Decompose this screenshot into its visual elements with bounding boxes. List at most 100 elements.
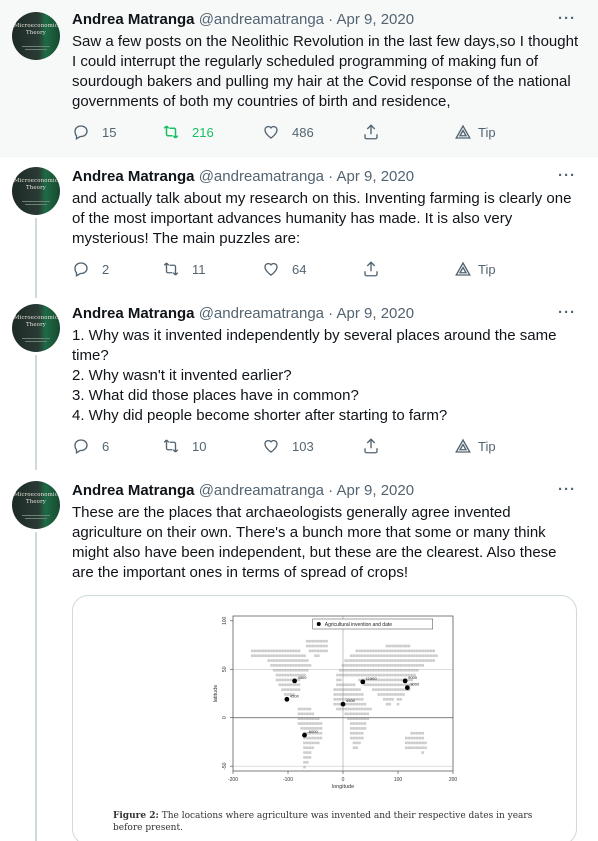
land-cell: [396, 683, 400, 687]
avatar[interactable]: Microeconomic Theory: [12, 481, 60, 529]
like-count: 64: [292, 261, 307, 277]
land-cell: [344, 712, 348, 716]
land-cell: [358, 688, 361, 691]
land-cell: [349, 722, 353, 725]
land-cell: [421, 664, 425, 667]
avatar[interactable]: Microeconomic Theory: [12, 167, 60, 215]
author-name[interactable]: Andrea Matranga: [72, 305, 195, 322]
author-name[interactable]: Andrea Matranga: [72, 11, 195, 28]
tip-button[interactable]: Tip: [454, 437, 496, 455]
share-icon: [364, 124, 378, 140]
land-cell: [355, 746, 359, 750]
tweet-header: Andrea Matranga @andreamatranga · Apr 9,…: [72, 481, 582, 501]
land-cell: [385, 693, 389, 696]
retweet-button[interactable]: 10: [162, 437, 206, 455]
land-cell: [303, 760, 306, 764]
land-cell: [402, 644, 405, 648]
land-cell: [349, 683, 353, 687]
land-cell: [363, 707, 367, 711]
land-cell: [347, 673, 350, 677]
land-cell: [352, 688, 356, 691]
reply-button[interactable]: 2: [72, 260, 109, 278]
more-options-icon[interactable]: ···: [558, 481, 576, 498]
land-cell: [385, 673, 389, 677]
more-options-icon[interactable]: ···: [558, 10, 576, 27]
land-cell: [344, 659, 348, 662]
land-cell: [363, 727, 367, 730]
handle-date[interactable]: @andreamatranga · Apr 9, 2020: [199, 482, 414, 499]
land-cell: [358, 741, 361, 745]
land-cell: [391, 678, 394, 682]
land-cell: [303, 746, 306, 750]
tip-button[interactable]: Tip: [454, 260, 496, 278]
land-cell: [380, 673, 383, 677]
handle-date[interactable]: @andreamatranga · Apr 9, 2020: [199, 168, 414, 185]
land-cell: [352, 741, 356, 745]
more-options-icon[interactable]: ···: [558, 304, 576, 321]
reply-button[interactable]: 15: [72, 123, 116, 141]
land-cell: [289, 659, 293, 662]
land-cell: [410, 654, 414, 658]
tweet-image[interactable]: -200 -100 0 100 200 100 50 0 -50 longitude latitud…: [72, 595, 577, 841]
land-cell: [286, 688, 290, 691]
land-cell: [344, 683, 348, 687]
land-cell: [289, 678, 293, 682]
land-cell: [289, 654, 293, 658]
land-cell: [393, 673, 397, 677]
reply-count: 2: [102, 261, 110, 277]
land-cell: [391, 688, 394, 691]
land-cell: [413, 654, 416, 658]
land-cell: [294, 654, 298, 658]
land-cell: [369, 707, 372, 711]
land-cell: [336, 678, 339, 682]
handle-date[interactable]: @andreamatranga · Apr 9, 2020: [199, 305, 414, 322]
land-cell: [311, 736, 315, 740]
land-cell: [297, 688, 301, 691]
share-button[interactable]: [362, 123, 380, 141]
tweet[interactable]: Microeconomic Theory Andrea Matranga @and…: [0, 0, 598, 156]
handle-date[interactable]: @andreamatranga · Apr 9, 2020: [199, 11, 414, 28]
share-button[interactable]: [362, 437, 380, 455]
land-cell: [305, 644, 309, 648]
y-axis-label: latitude: [213, 685, 219, 703]
avatar[interactable]: Microeconomic Theory: [12, 304, 60, 352]
land-cell: [415, 664, 419, 667]
author-name[interactable]: Andrea Matranga: [72, 482, 195, 499]
reply-button[interactable]: 6: [72, 437, 109, 455]
land-cell: [352, 707, 356, 711]
tip-button[interactable]: Tip: [454, 123, 496, 141]
land-cell: [360, 736, 364, 740]
land-cell: [297, 659, 301, 662]
tweet[interactable]: Microeconomic Theory Andrea Matranga @and…: [0, 157, 598, 293]
retweet-button[interactable]: 216: [162, 123, 214, 141]
reply-icon: [74, 439, 88, 454]
land-cell: [396, 702, 400, 706]
land-cell: [303, 741, 306, 745]
land-cell: [388, 644, 392, 648]
author-name[interactable]: Andrea Matranga: [72, 168, 195, 185]
land-cell: [399, 698, 403, 701]
land-cell: [272, 654, 276, 658]
like-button[interactable]: 486: [262, 123, 314, 141]
land-cell: [275, 649, 279, 653]
tweet[interactable]: Microeconomic Theory Andrea Matranga @and…: [0, 294, 598, 470]
land-cell: [366, 707, 370, 711]
land-cell: [283, 678, 287, 682]
land-cell: [421, 649, 425, 653]
land-cell: [382, 693, 386, 696]
like-count: 103: [292, 438, 314, 454]
land-cell: [424, 741, 427, 745]
like-button[interactable]: 103: [262, 437, 314, 455]
like-button[interactable]: 64: [262, 260, 306, 278]
data-point: [284, 696, 290, 702]
avatar[interactable]: Microeconomic Theory: [12, 12, 60, 60]
land-cell: [380, 659, 383, 662]
more-options-icon[interactable]: ···: [558, 167, 576, 184]
land-cell: [426, 649, 430, 653]
retweet-button[interactable]: 11: [162, 260, 206, 278]
land-cell: [355, 731, 359, 735]
land-cell: [393, 683, 397, 687]
land-cell: [278, 664, 282, 667]
share-button[interactable]: [362, 260, 380, 278]
land-cell: [369, 683, 372, 687]
